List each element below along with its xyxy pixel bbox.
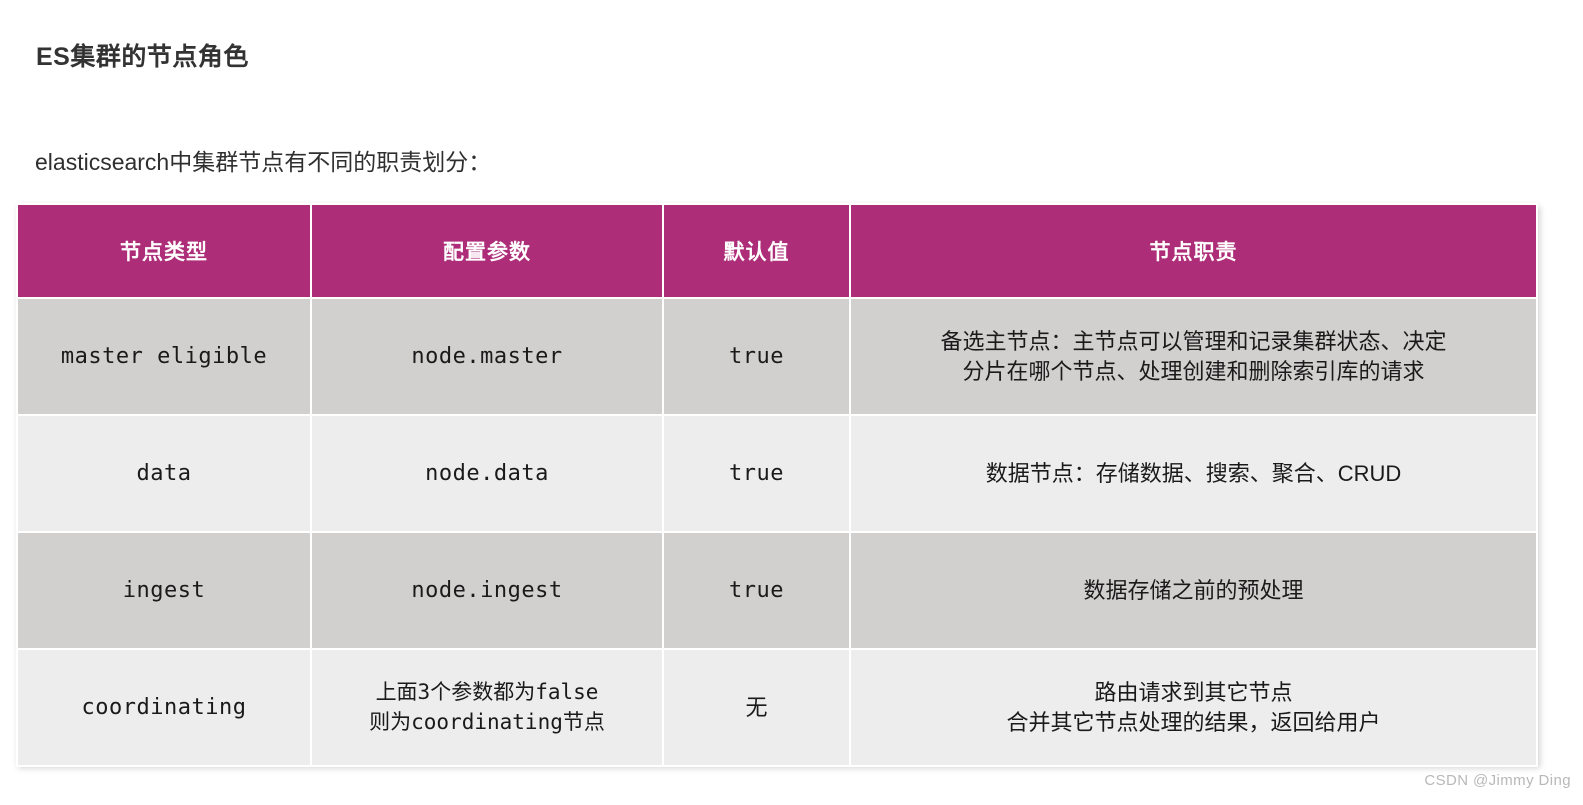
cell-responsibility: 路由请求到其它节点 合并其它节点处理的结果，返回给用户 bbox=[851, 650, 1536, 765]
column-header-default-value: 默认值 bbox=[664, 205, 849, 297]
cell-default-value: true bbox=[664, 533, 849, 648]
responsibility-line-1: 数据节点：存储数据、搜索、聚合、CRUD bbox=[985, 460, 1402, 486]
config-param-line-1: 上面3个参数都为false bbox=[375, 680, 599, 705]
table-row: coordinating 上面3个参数都为false 则为coordinatin… bbox=[18, 650, 1536, 765]
table-row: master eligible node.master true 备选主节点：主… bbox=[18, 299, 1536, 414]
column-header-node-type: 节点类型 bbox=[18, 205, 310, 297]
slide-page: ES集群的节点角色 elasticsearch中集群节点有不同的职责划分： 节点… bbox=[0, 0, 1583, 805]
responsibility-line-2: 分片在哪个节点、处理创建和删除索引库的请求 bbox=[962, 358, 1425, 384]
cell-responsibility: 数据节点：存储数据、搜索、聚合、CRUD bbox=[851, 416, 1536, 531]
cell-default-value: true bbox=[664, 416, 849, 531]
responsibility-line-1: 数据存储之前的预处理 bbox=[1083, 577, 1304, 603]
cell-responsibility: 备选主节点：主节点可以管理和记录集群状态、决定 分片在哪个节点、处理创建和删除索… bbox=[851, 299, 1536, 414]
cell-config-param: node.master bbox=[312, 299, 662, 414]
responsibility-line-2: 合并其它节点处理的结果，返回给用户 bbox=[1006, 709, 1381, 735]
watermark: CSDN @Jimmy Ding bbox=[1424, 772, 1571, 789]
page-title: ES集群的节点角色 bbox=[36, 42, 249, 71]
cell-node-type: master eligible bbox=[18, 299, 310, 414]
cell-config-param: 上面3个参数都为false 则为coordinating节点 bbox=[312, 650, 662, 765]
cell-node-type: data bbox=[18, 416, 310, 531]
table-header: 节点类型 配置参数 默认值 节点职责 bbox=[18, 205, 1536, 297]
cell-default-value: true bbox=[664, 299, 849, 414]
cell-default-value: 无 bbox=[664, 650, 849, 765]
node-roles-table-container: 节点类型 配置参数 默认值 节点职责 master eligible node.… bbox=[16, 203, 1538, 767]
cell-node-type: coordinating bbox=[18, 650, 310, 765]
cell-responsibility: 数据存储之前的预处理 bbox=[851, 533, 1536, 648]
node-roles-table: 节点类型 配置参数 默认值 节点职责 master eligible node.… bbox=[16, 203, 1538, 767]
cell-node-type: ingest bbox=[18, 533, 310, 648]
config-param-line-2: 则为coordinating节点 bbox=[369, 709, 605, 734]
table-row: ingest node.ingest true 数据存储之前的预处理 bbox=[18, 533, 1536, 648]
table-body: master eligible node.master true 备选主节点：主… bbox=[18, 299, 1536, 765]
cell-config-param: node.data bbox=[312, 416, 662, 531]
table-row: data node.data true 数据节点：存储数据、搜索、聚合、CRUD bbox=[18, 416, 1536, 531]
column-header-config-param: 配置参数 bbox=[312, 205, 662, 297]
responsibility-line-1: 备选主节点：主节点可以管理和记录集群状态、决定 bbox=[940, 328, 1447, 354]
table-header-row: 节点类型 配置参数 默认值 节点职责 bbox=[18, 205, 1536, 297]
cell-config-param: node.ingest bbox=[312, 533, 662, 648]
responsibility-line-1: 路由请求到其它节点 bbox=[1094, 679, 1293, 705]
intro-paragraph: elasticsearch中集群节点有不同的职责划分： bbox=[35, 149, 492, 175]
column-header-responsibility: 节点职责 bbox=[851, 205, 1536, 297]
